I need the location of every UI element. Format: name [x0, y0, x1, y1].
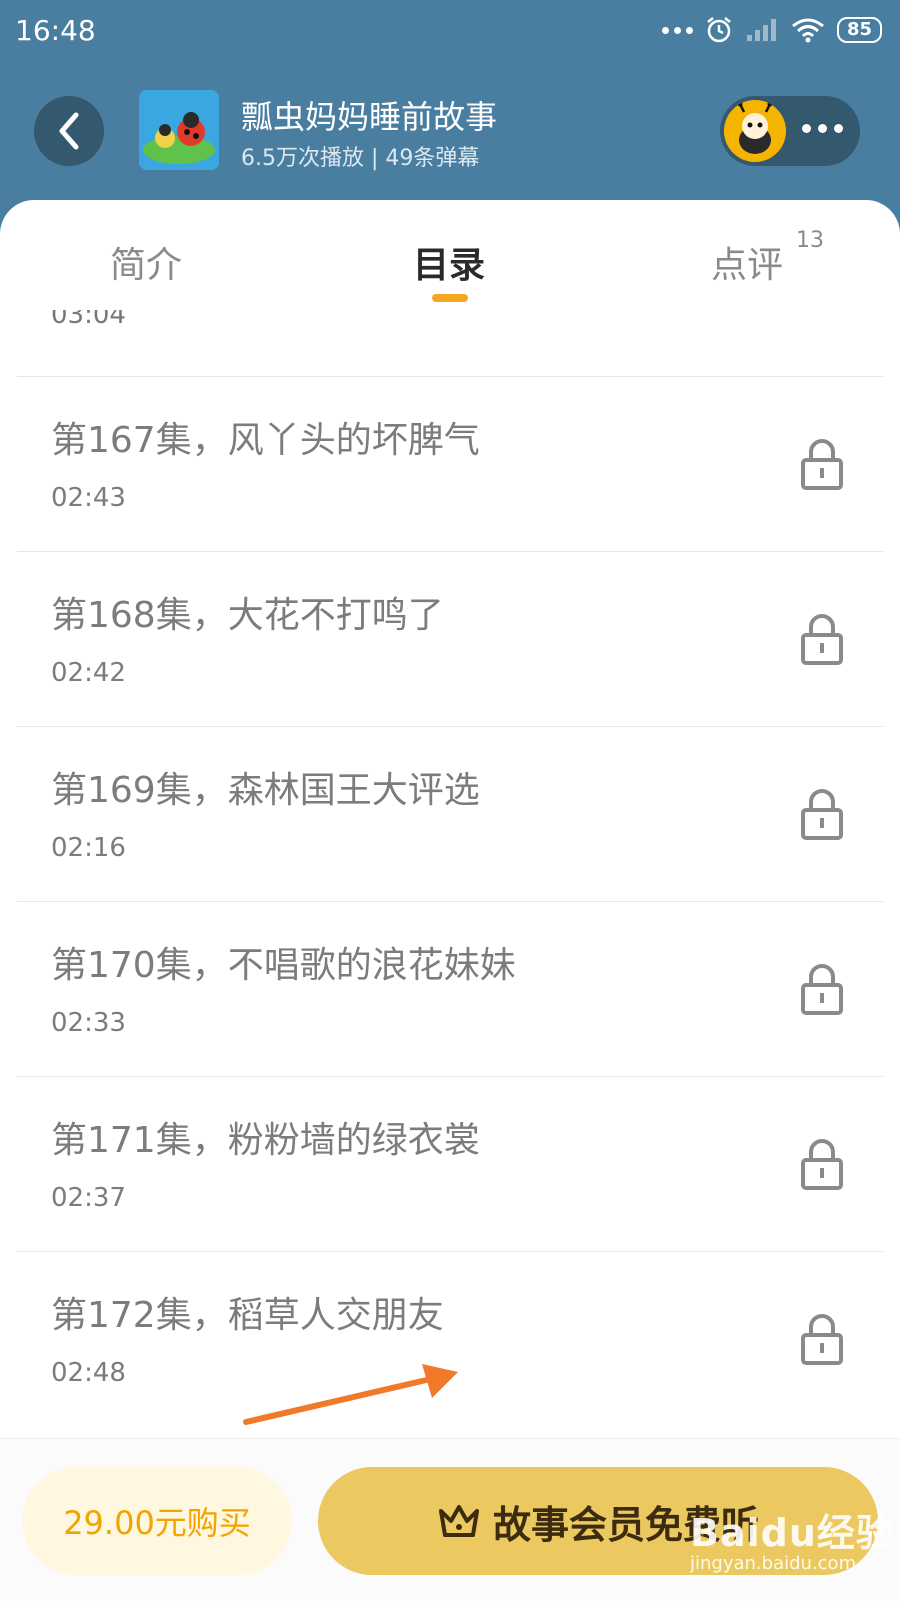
buy-button[interactable]: 29.00元购买 — [22, 1467, 292, 1575]
user-avatar[interactable] — [724, 100, 786, 162]
album-title: 瓢虫妈妈睡前故事 — [241, 98, 498, 136]
lock-icon — [801, 1139, 843, 1190]
episode-item[interactable]: 第170集，不唱歌的浪花妹妹 02:33 — [0, 901, 900, 1076]
watermark-logo: Baidu经验 — [690, 1511, 895, 1555]
review-count-badge: 13 — [796, 228, 824, 253]
more-options-icon[interactable] — [802, 124, 843, 133]
crown-icon — [438, 1505, 479, 1537]
alarm-icon — [707, 17, 731, 43]
tab-reviews[interactable]: 点评 — [711, 236, 783, 288]
status-time: 16:48 — [15, 14, 96, 47]
active-tab-indicator — [432, 294, 468, 302]
signal-icon — [746, 19, 776, 41]
album-cover-art — [139, 90, 219, 170]
episode-item[interactable]: 第168集，大花不打鸣了 02:42 — [0, 551, 900, 726]
episode-duration: 02:42 — [51, 658, 126, 688]
buy-button-label: 29.00元购买 — [63, 1504, 251, 1542]
lock-icon — [801, 614, 843, 665]
annotation-arrow-icon — [243, 1364, 458, 1425]
album-stats: 6.5万次播放 | 49条弹幕 — [241, 146, 480, 171]
episode-duration: 02:16 — [51, 833, 126, 863]
episode-title: 第170集，不唱歌的浪花妹妹 — [51, 945, 516, 986]
episode-title: 第171集，粉粉墙的绿衣裳 — [51, 1120, 480, 1161]
ladybug-avatar-icon — [724, 100, 786, 162]
episode-duration: 02:33 — [51, 1008, 126, 1038]
episode-duration: 02:43 — [51, 483, 126, 513]
episode-item[interactable]: 第167集，风丫头的坏脾气 02:43 — [0, 376, 900, 551]
episode-duration: 02:48 — [51, 1358, 126, 1388]
lock-icon — [801, 1314, 843, 1365]
partial-episode-duration: 03:04 — [51, 310, 126, 330]
chevron-left-icon — [59, 112, 79, 150]
tab-bar: 简介 目录 点评 13 — [0, 200, 900, 310]
status-icons: 85 — [661, 14, 882, 46]
episode-title: 第169集，森林国王大评选 — [51, 770, 480, 811]
episode-list[interactable]: 03:04 第167集，风丫头的坏脾气 02:43 第168集，大花不打鸣了 0… — [0, 310, 900, 1420]
status-bar: 16:48 85 — [0, 0, 900, 62]
back-button[interactable] — [34, 96, 104, 166]
more-notifications-icon — [661, 26, 693, 34]
header-actions-capsule — [720, 96, 860, 166]
episode-title: 第167集，风丫头的坏脾气 — [51, 420, 480, 461]
episode-title: 第168集，大花不打鸣了 — [51, 595, 444, 636]
tab-catalog[interactable]: 目录 — [413, 236, 485, 288]
lock-icon — [801, 789, 843, 840]
album-cover[interactable] — [139, 90, 219, 170]
wifi-icon — [792, 18, 824, 43]
lock-icon — [801, 439, 843, 490]
lock-icon — [801, 964, 843, 1015]
baidu-watermark: Baidu经验 jingyan.baidu.com — [690, 1502, 895, 1574]
tab-intro[interactable]: 简介 — [110, 236, 182, 288]
battery-indicator: 85 — [836, 17, 882, 43]
episode-item[interactable]: 第169集，森林国王大评选 02:16 — [0, 726, 900, 901]
episode-title: 第172集，稻草人交朋友 — [51, 1295, 444, 1336]
episode-duration: 02:37 — [51, 1183, 126, 1213]
episode-item[interactable]: 第171集，粉粉墙的绿衣裳 02:37 — [0, 1076, 900, 1251]
